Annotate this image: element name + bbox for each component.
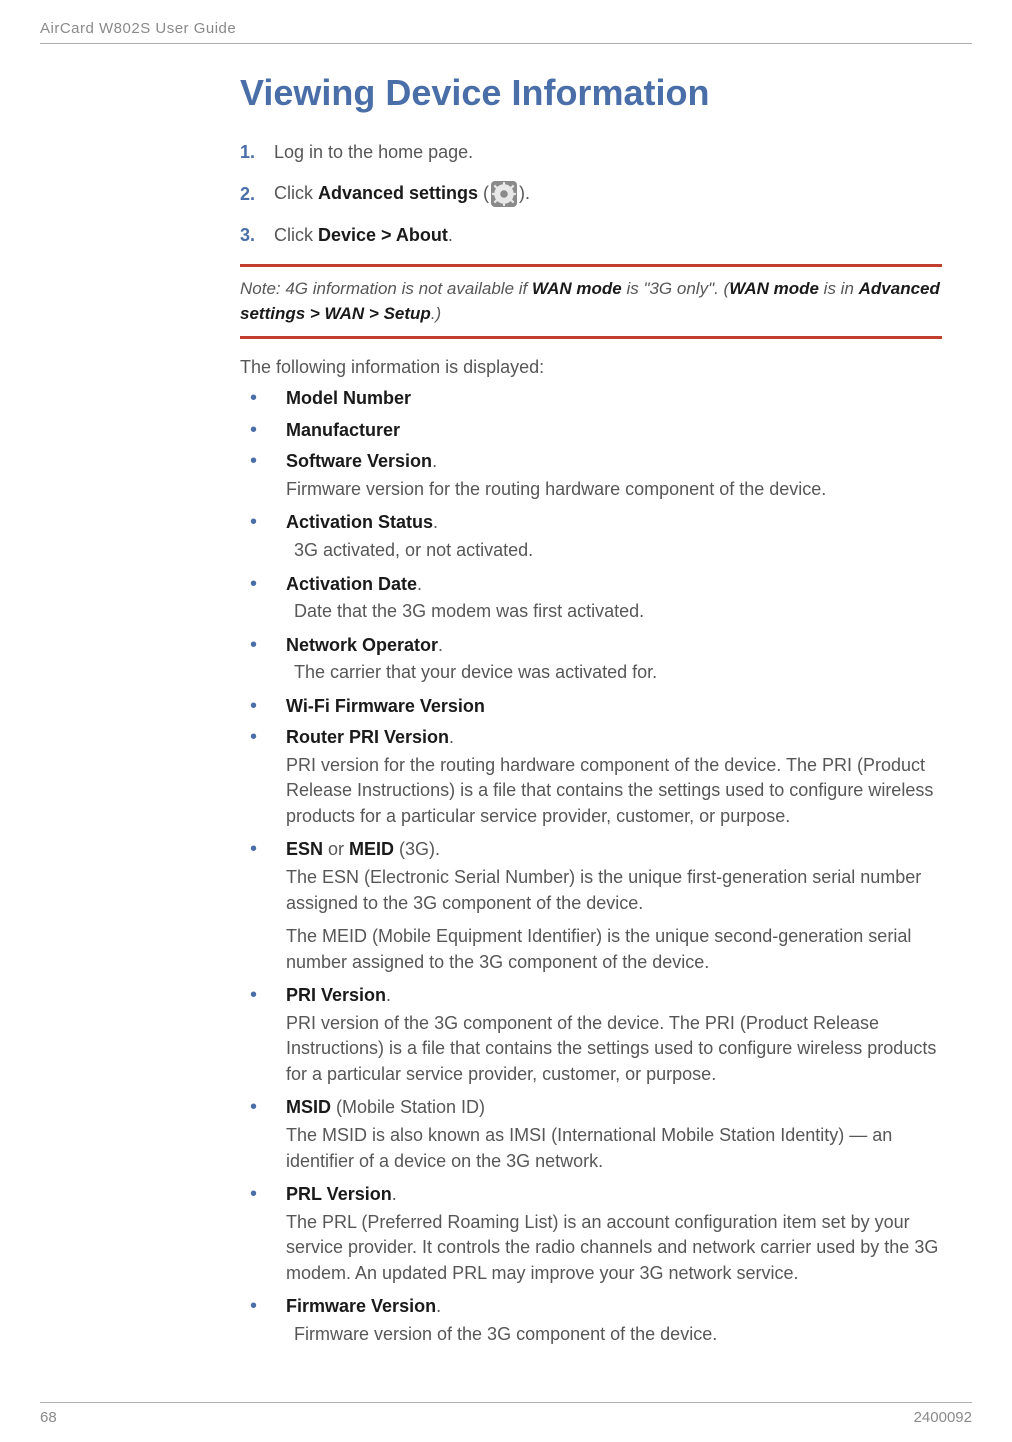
description: The PRL (Preferred Roaming List) is an a…: [286, 1210, 942, 1287]
term: Wi-Fi Firmware Version: [286, 696, 485, 716]
term: Firmware Version: [286, 1296, 436, 1316]
description-2: The MEID (Mobile Equipment Identifier) i…: [286, 924, 942, 975]
term: Activation Date: [286, 574, 417, 594]
page-footer: 68 2400092: [40, 1402, 972, 1426]
term: ESN: [286, 839, 323, 859]
suffix: .: [432, 451, 437, 471]
steps-list: 1. Log in to the home page. 2. Click Adv…: [240, 142, 942, 246]
header-rule: [40, 43, 972, 44]
list-item: PRI Version. PRI version of the 3G compo…: [240, 983, 942, 1087]
note-tail: .): [431, 304, 441, 323]
step-text-bold: Device > About: [318, 225, 448, 245]
description: Date that the 3G modem was first activat…: [286, 599, 942, 625]
step-body: Log in to the home page.: [274, 142, 942, 163]
note-bold-1: WAN mode: [532, 279, 622, 298]
term: Manufacturer: [286, 420, 400, 440]
note-rule-top: [240, 264, 942, 267]
info-list: Model Number Manufacturer Software Versi…: [240, 386, 942, 1347]
note-mid: is "3G only". (: [622, 279, 730, 298]
step-text-pre: Click: [274, 183, 318, 203]
suffix: .: [438, 635, 443, 655]
doc-number: 2400092: [914, 1409, 972, 1426]
list-item: Software Version. Firmware version for t…: [240, 449, 942, 502]
suffix: .: [386, 985, 391, 1005]
term: Software Version: [286, 451, 432, 471]
description: Firmware version of the 3G component of …: [286, 1322, 942, 1348]
description: The ESN (Electronic Serial Number) is th…: [286, 865, 942, 916]
term: Activation Status: [286, 512, 433, 532]
description: PRI version of the 3G component of the d…: [286, 1011, 942, 1088]
list-item: Router PRI Version. PRI version for the …: [240, 725, 942, 829]
step-1: 1. Log in to the home page.: [240, 142, 942, 163]
content-area: Viewing Device Information 1. Log in to …: [240, 72, 942, 1347]
suffix: .: [433, 512, 438, 532]
step-text-post: .: [448, 225, 453, 245]
term: PRL Version: [286, 1184, 392, 1204]
page-title: Viewing Device Information: [240, 72, 942, 114]
note-bold-2: WAN mode: [729, 279, 819, 298]
gear-icon: [491, 181, 517, 207]
step-text-bold: Advanced settings: [318, 183, 478, 203]
running-header: AirCard W802S User Guide: [40, 20, 972, 37]
note-text: Note: 4G information is not available if…: [240, 277, 942, 326]
suffix: .: [417, 574, 422, 594]
term: Router PRI Version: [286, 727, 449, 747]
intro-text: The following information is displayed:: [240, 357, 942, 378]
step-number: 1.: [240, 142, 274, 163]
step-text-pre: Click: [274, 225, 318, 245]
list-item: Firmware Version. Firmware version of th…: [240, 1294, 942, 1347]
list-item: Model Number: [240, 386, 942, 412]
list-item: Manufacturer: [240, 418, 942, 444]
description: The MSID is also known as IMSI (Internat…: [286, 1123, 942, 1174]
term: MSID: [286, 1097, 331, 1117]
suffix: .: [436, 1296, 441, 1316]
suffix: .: [392, 1184, 397, 1204]
list-item: ESN or MEID (3G). The ESN (Electronic Se…: [240, 837, 942, 975]
term: Model Number: [286, 388, 411, 408]
list-item: Activation Status. 3G activated, or not …: [240, 510, 942, 563]
step-body: Click Device > About.: [274, 225, 942, 246]
step-2: 2. Click Advanced settings ().: [240, 181, 942, 207]
list-item: Network Operator. The carrier that your …: [240, 633, 942, 686]
step-number: 2.: [240, 184, 274, 205]
term2: MEID: [349, 839, 394, 859]
suffix: (Mobile Station ID): [331, 1097, 485, 1117]
term: Network Operator: [286, 635, 438, 655]
suffix: .: [449, 727, 454, 747]
mid: or: [323, 839, 349, 859]
list-item: Wi-Fi Firmware Version: [240, 694, 942, 720]
description: 3G activated, or not activated.: [286, 538, 942, 564]
list-item: Activation Date. Date that the 3G modem …: [240, 572, 942, 625]
term: PRI Version: [286, 985, 386, 1005]
note-rule-bottom: [240, 336, 942, 339]
description: The carrier that your device was activat…: [286, 660, 942, 686]
suffix: (3G).: [394, 839, 440, 859]
step-number: 3.: [240, 225, 274, 246]
footer-rule: [40, 1402, 972, 1403]
page-number: 68: [40, 1409, 57, 1426]
note-lead: Note: 4G information is not available if: [240, 279, 532, 298]
note-mid2: is in: [819, 279, 859, 298]
step-body: Click Advanced settings ().: [274, 181, 942, 207]
step-text-tail: ).: [519, 183, 530, 203]
step-text-post: (: [478, 183, 489, 203]
list-item: MSID (Mobile Station ID) The MSID is als…: [240, 1095, 942, 1174]
step-3: 3. Click Device > About.: [240, 225, 942, 246]
description: Firmware version for the routing hardwar…: [286, 477, 942, 503]
description: PRI version for the routing hardware com…: [286, 753, 942, 830]
list-item: PRL Version. The PRL (Preferred Roaming …: [240, 1182, 942, 1286]
